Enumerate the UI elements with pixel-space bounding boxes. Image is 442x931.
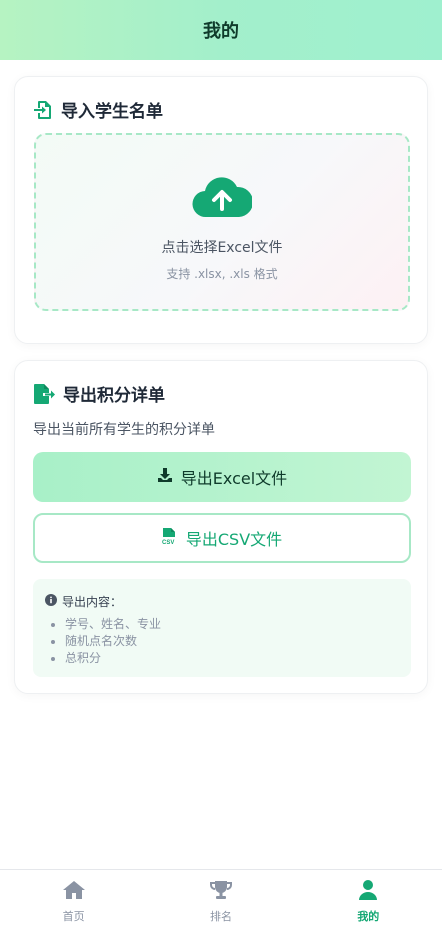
user-icon — [356, 880, 380, 904]
tab-ranking[interactable]: 排名 — [147, 870, 294, 931]
info-circle-icon — [45, 594, 57, 609]
csv-file-icon: CSV — [162, 527, 178, 549]
trophy-icon — [209, 880, 233, 904]
dropzone-main-text: 点击选择Excel文件 — [161, 240, 283, 256]
tab-home[interactable]: 首页 — [0, 870, 147, 931]
bottom-tab-bar: 首页 排名 我的 — [0, 869, 442, 931]
tab-home-label: 首页 — [62, 910, 85, 923]
header: 我的 — [0, 0, 442, 60]
import-card-header: 导入学生名单 — [33, 97, 163, 122]
list-item: 总积分 — [51, 650, 399, 667]
info-header: 导出内容： — [45, 593, 399, 610]
export-csv-button[interactable]: CSV 导出CSV文件 — [33, 513, 411, 563]
export-card-header: 导出积分详单 — [33, 381, 165, 406]
file-import-icon — [33, 100, 53, 120]
export-csv-label: 导出CSV文件 — [185, 530, 283, 549]
tab-ranking-label: 排名 — [209, 910, 232, 923]
page-title: 我的 — [203, 21, 239, 42]
export-content-list: 学号、姓名、专业 随机点名次数 总积分 — [45, 616, 399, 667]
download-icon — [157, 467, 173, 487]
export-info-box: 导出内容： 学号、姓名、专业 随机点名次数 总积分 — [33, 579, 411, 677]
tab-profile-label: 我的 — [357, 910, 380, 923]
import-card-title: 导入学生名单 — [61, 102, 163, 122]
list-item: 学号、姓名、专业 — [51, 616, 399, 633]
file-export-icon — [33, 383, 55, 405]
home-icon — [62, 880, 86, 904]
import-card: 导入学生名单 点击选择Excel文件 支持 .xlsx, .xls 格式 — [14, 76, 428, 344]
dropzone-format-hint: 支持 .xlsx, .xls 格式 — [166, 267, 278, 281]
export-excel-label: 导出Excel文件 — [180, 469, 288, 488]
export-card-title: 导出积分详单 — [63, 386, 165, 406]
cloud-upload-icon — [192, 175, 254, 223]
export-description: 导出当前所有学生的积分详单 — [33, 422, 215, 438]
list-item: 随机点名次数 — [51, 633, 399, 650]
export-card: 导出积分详单 导出当前所有学生的积分详单 导出Excel文件 CSV 导出CSV… — [14, 360, 428, 694]
svg-text:CSV: CSV — [162, 540, 174, 545]
tab-profile[interactable]: 我的 — [295, 870, 442, 931]
export-excel-button[interactable]: 导出Excel文件 — [33, 452, 411, 502]
info-title: 导出内容： — [62, 595, 123, 609]
file-dropzone[interactable]: 点击选择Excel文件 支持 .xlsx, .xls 格式 — [34, 133, 410, 311]
